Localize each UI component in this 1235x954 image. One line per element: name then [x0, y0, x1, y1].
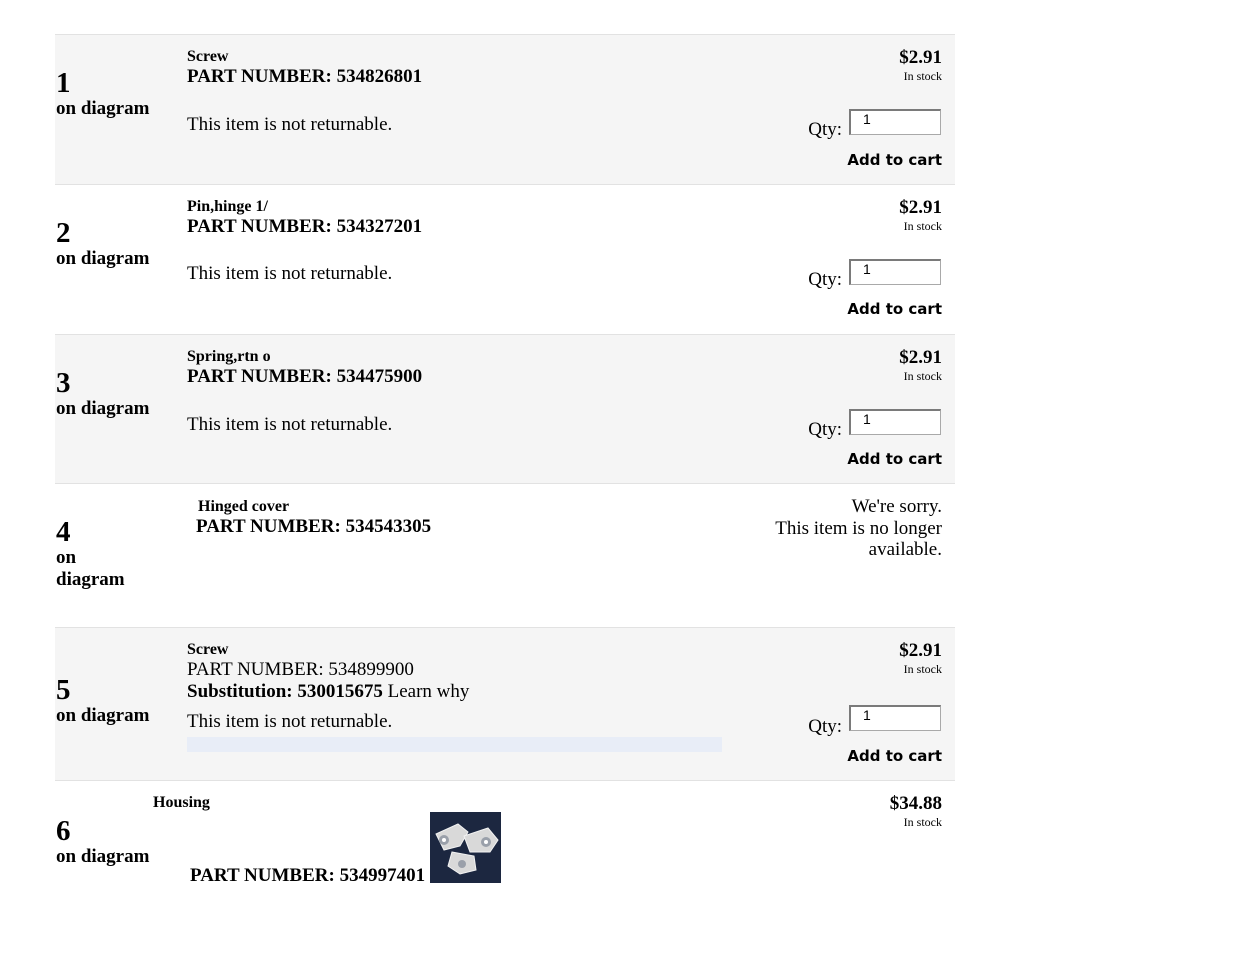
part-row-4: 4 on diagram Hinged cover PART NUMBER: 5…	[55, 483, 955, 627]
diagram-reference: 4 on diagram	[56, 517, 125, 591]
returnable-note: This item is not returnable.	[187, 414, 393, 435]
part-row-3: 3 on diagram Spring,rtn o PART NUMBER: 5…	[55, 334, 955, 483]
diagram-number: 1	[56, 67, 71, 99]
quantity-input[interactable]: 1	[849, 259, 941, 285]
part-name: Screw	[187, 641, 229, 658]
part-row-5: 5 on diagram Screw PART NUMBER: 53489990…	[55, 627, 955, 780]
quantity-input[interactable]: 1	[849, 409, 941, 435]
diagram-reference: 5 on diagram	[56, 675, 149, 727]
on-diagram-label: on diagram	[56, 398, 150, 419]
unavailable-line: This item is no longer	[775, 517, 942, 539]
part-row-1: 1 on diagram Screw PART NUMBER: 53482680…	[55, 34, 955, 184]
qty-label: Qty:	[808, 119, 842, 140]
on-diagram-label: on diagram	[56, 248, 150, 269]
on-diagram-label: on diagram	[56, 846, 150, 867]
part-name: Pin,hinge 1/	[187, 198, 268, 215]
stock-status: In stock	[903, 69, 942, 83]
housing-part-thumbnail[interactable]	[430, 812, 501, 883]
add-to-cart-button[interactable]: Add to cart	[847, 450, 942, 468]
qty-label: Qty:	[808, 419, 842, 440]
substitution-highlight-bar	[187, 737, 722, 752]
part-number: PART NUMBER: 534475900	[187, 366, 423, 387]
part-name: Hinged cover	[198, 498, 290, 515]
housing-part-icon	[435, 823, 499, 875]
part-row-2: 2 on diagram Pin,hinge 1/ PART NUMBER: 5…	[55, 184, 955, 334]
stock-status: In stock	[903, 369, 942, 383]
price: $2.91	[899, 197, 942, 218]
unavailable-line: available.	[868, 539, 942, 560]
price: $2.91	[899, 47, 942, 68]
price: $2.91	[899, 640, 942, 661]
diagram-reference: 2 on diagram	[56, 218, 149, 270]
diagram-number: 5	[56, 674, 71, 706]
part-row-6: 6 on diagram Housing PART NUMBER: 534997…	[55, 780, 955, 900]
quantity-input[interactable]: 1	[849, 705, 941, 731]
part-name: Spring,rtn o	[187, 348, 271, 365]
diagram-number: 6	[56, 815, 71, 847]
part-number: PART NUMBER: 534826801	[187, 66, 423, 87]
returnable-note: This item is not returnable.	[187, 711, 393, 732]
unavailable-message: We're sorry. This item is no longer avai…	[742, 496, 942, 561]
add-to-cart-button[interactable]: Add to cart	[847, 151, 942, 169]
parts-list: 1 on diagram Screw PART NUMBER: 53482680…	[55, 34, 955, 900]
stock-status: In stock	[903, 219, 942, 233]
returnable-note: This item is not returnable.	[187, 114, 393, 135]
qty-label: Qty:	[808, 269, 842, 290]
substitution-label: Substitution: 530015675	[187, 681, 383, 702]
diagram-number: 3	[56, 367, 71, 399]
diagram-label: diagram	[56, 569, 125, 590]
diagram-number: 2	[56, 217, 71, 249]
diagram-reference: 1 on diagram	[56, 68, 149, 120]
on-diagram-label: on diagram	[56, 705, 150, 726]
returnable-note: This item is not returnable.	[187, 263, 393, 284]
price: $2.91	[899, 347, 942, 368]
part-number: PART NUMBER: 534899900	[187, 659, 414, 680]
quantity-input[interactable]: 1	[849, 109, 941, 135]
part-number: PART NUMBER: 534997401	[190, 865, 426, 886]
substitution-line: Substitution: 530015675 Learn why	[187, 681, 469, 703]
part-number: PART NUMBER: 534327201	[187, 216, 423, 237]
qty-label: Qty:	[808, 716, 842, 737]
stock-status: In stock	[903, 662, 942, 676]
stock-status: In stock	[903, 815, 942, 829]
part-number: PART NUMBER: 534543305	[196, 516, 432, 537]
add-to-cart-button[interactable]: Add to cart	[847, 747, 942, 765]
part-name: Housing	[153, 794, 210, 811]
add-to-cart-button[interactable]: Add to cart	[847, 300, 942, 318]
diagram-number: 4	[56, 516, 71, 548]
diagram-reference: 6 on diagram	[56, 816, 149, 868]
price: $34.88	[889, 793, 942, 814]
on-diagram-label: on diagram	[56, 98, 150, 119]
diagram-reference: 3 on diagram	[56, 368, 149, 420]
part-name: Screw	[187, 48, 229, 65]
unavailable-line: We're sorry.	[851, 496, 942, 517]
learn-why-link[interactable]: Learn why	[388, 681, 470, 702]
on-label: on	[56, 547, 77, 568]
